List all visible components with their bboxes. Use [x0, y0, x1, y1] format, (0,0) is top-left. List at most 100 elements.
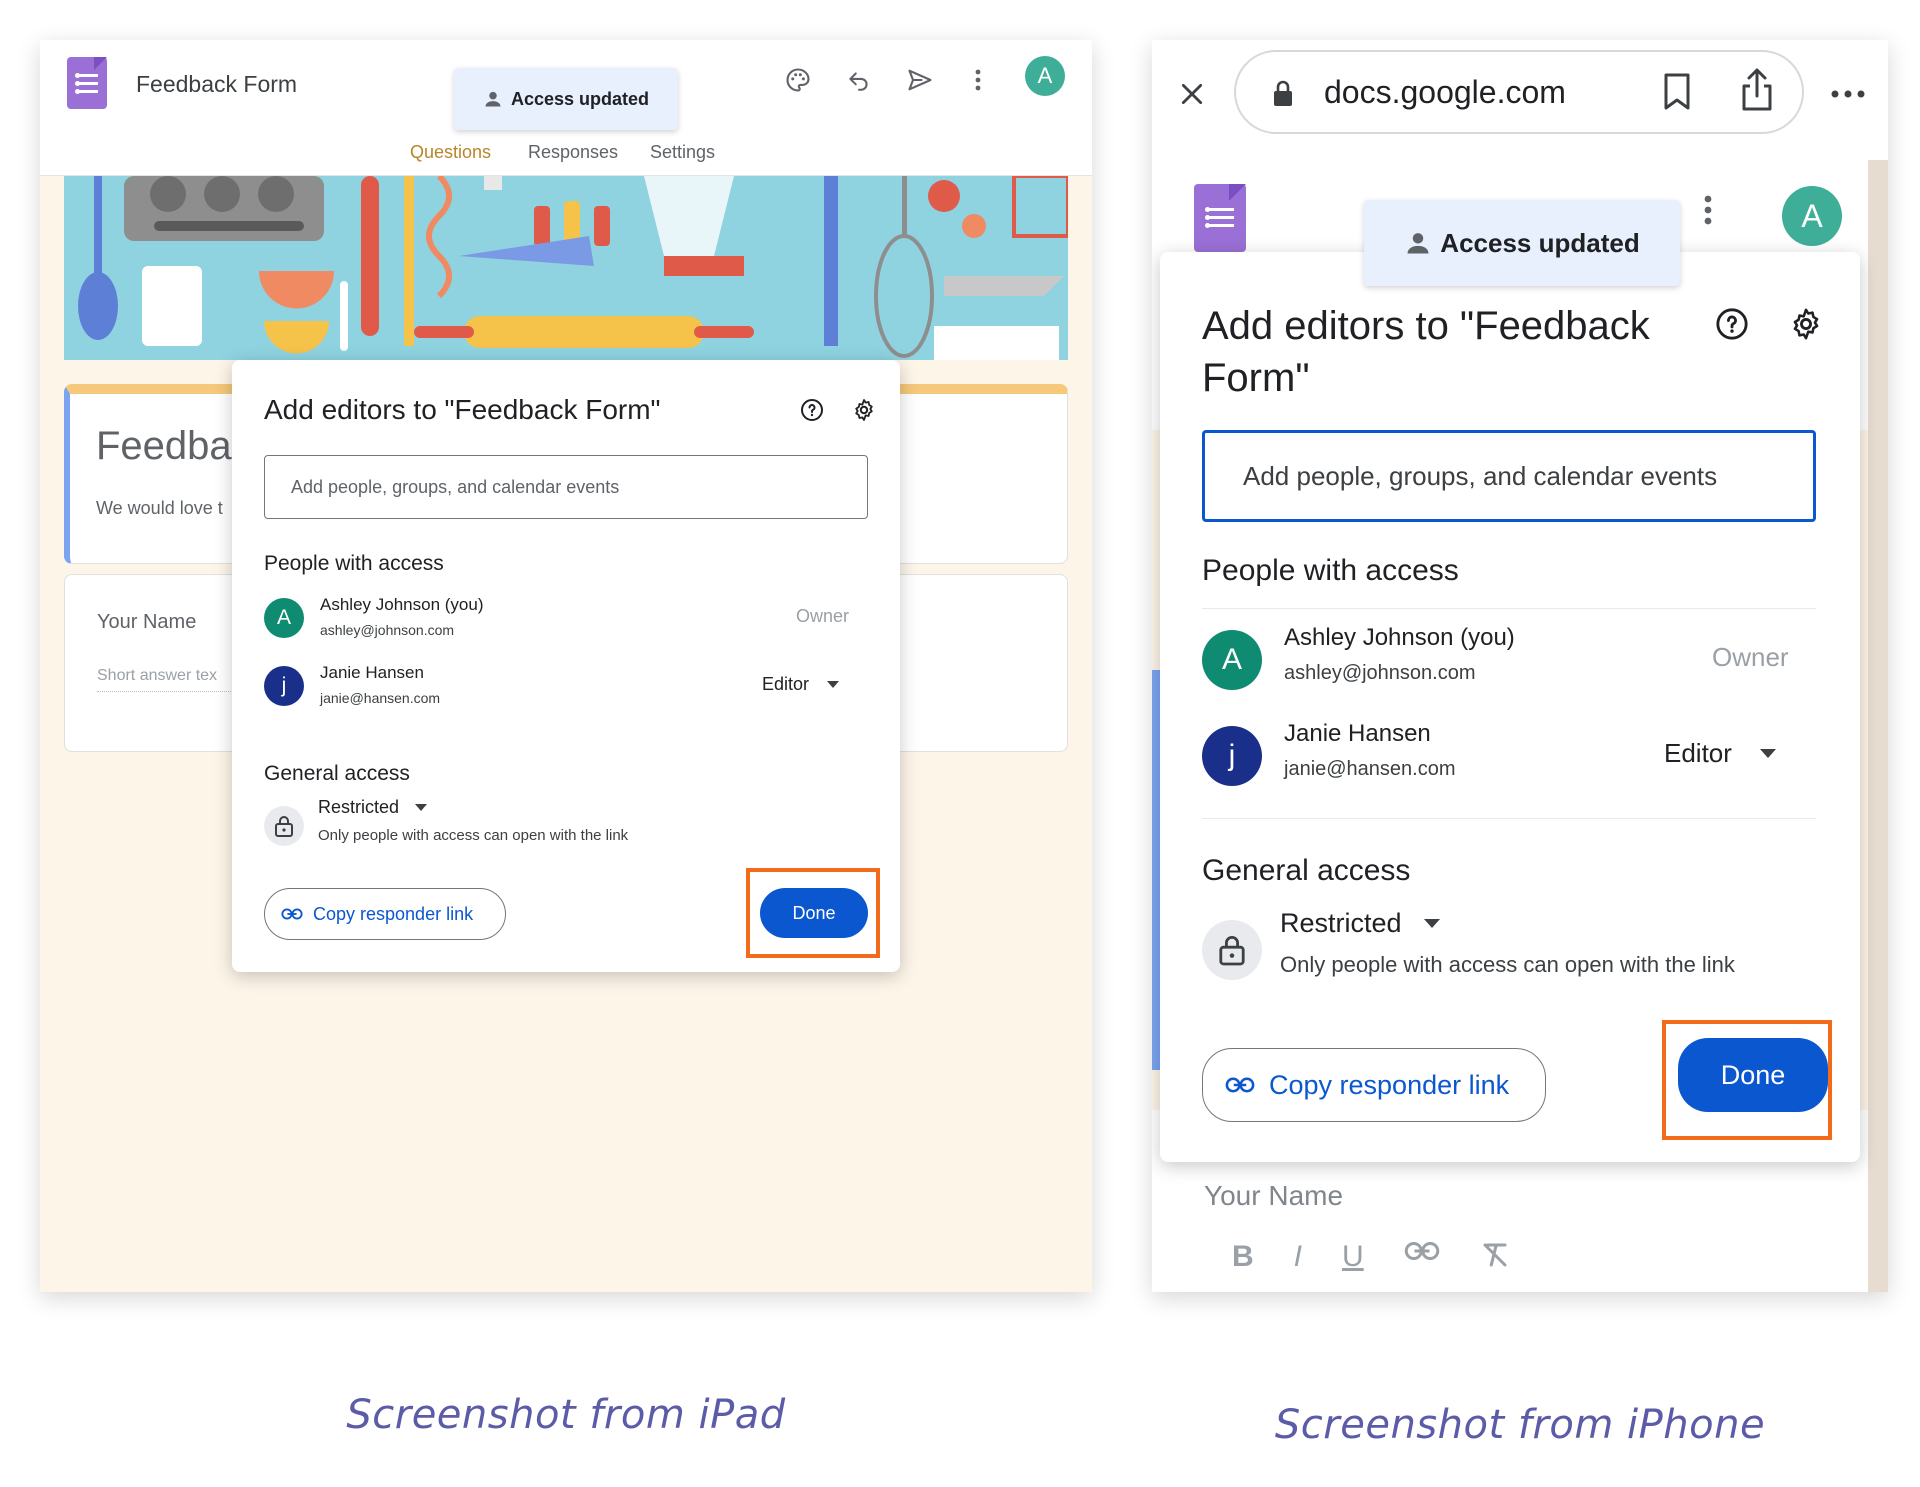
role-owner: Owner [1712, 642, 1789, 672]
more-horiz-icon[interactable] [1828, 76, 1868, 112]
role-owner: Owner [796, 606, 850, 626]
more-vert-icon[interactable] [1700, 190, 1716, 230]
person-name: Ashley Johnson (you) [320, 595, 484, 614]
access-updated-toast: Access updated [1364, 200, 1680, 286]
share-icon[interactable] [1740, 68, 1774, 112]
iphone-screenshot: docs.google.com A Add editors to "Feedba… [1152, 40, 1888, 1292]
bookmark-icon[interactable] [1662, 72, 1692, 112]
link-icon[interactable] [1404, 1240, 1440, 1262]
toast-text: Access updated [1440, 227, 1640, 258]
chevron-down-icon [1759, 749, 1776, 758]
url-text: docs.google.com [1324, 74, 1566, 110]
role-label: Editor [1664, 738, 1732, 768]
ipad-caption: Screenshot from iPad [346, 1392, 786, 1438]
lock-icon [1274, 80, 1292, 106]
copy-link-label: Copy responder link [1269, 1069, 1510, 1100]
access-level-dropdown[interactable]: Restricted [1280, 908, 1440, 939]
forms-logo-icon [67, 57, 107, 109]
divider [1202, 608, 1816, 609]
question-title: Your Name [1204, 1180, 1344, 1211]
person-name: Janie Hansen [320, 663, 424, 682]
link-icon [281, 908, 303, 920]
close-icon[interactable] [1172, 74, 1212, 114]
copy-link-label: Copy responder link [313, 903, 474, 924]
ipad-screenshot: Feedback Form A Questions Responses Sett… [40, 40, 1092, 1292]
dialog-title: Add editors to "Feedback Form" [264, 394, 661, 425]
person-row: A Ashley Johnson (you) ashley@johnson.co… [1202, 620, 1816, 712]
browser-chrome: docs.google.com [1152, 40, 1888, 180]
person-icon [1407, 233, 1429, 254]
format-toolbar: B I U [1232, 1240, 1592, 1280]
address-bar[interactable]: docs.google.com [1234, 50, 1804, 134]
person-avatar: j [1202, 726, 1262, 786]
palette-icon[interactable] [780, 62, 816, 98]
account-avatar[interactable]: A [1025, 56, 1065, 96]
app-title: Feedback Form [136, 71, 298, 97]
person-avatar: A [1202, 630, 1262, 690]
form-header-image [64, 176, 1068, 360]
add-people-input[interactable]: Add people, groups, and calendar events [1202, 430, 1816, 522]
person-row: j Janie Hansen janie@hansen.com Editor [264, 660, 868, 720]
bold-icon[interactable]: B [1232, 1240, 1254, 1280]
chevron-down-icon [827, 681, 840, 688]
account-avatar[interactable]: A [1782, 186, 1842, 246]
person-name: Ashley Johnson (you) [1284, 624, 1515, 651]
send-icon[interactable] [902, 62, 938, 98]
person-email: janie@hansen.com [320, 690, 441, 706]
dialog-title: Add editors to "Feedback Form" [1202, 304, 1650, 400]
person-email: ashley@johnson.com [320, 622, 455, 638]
person-icon [485, 91, 501, 107]
page-edge [1868, 160, 1888, 1292]
access-level-label: Restricted [1280, 908, 1402, 938]
gear-icon[interactable] [850, 396, 878, 424]
done-button[interactable]: Done [1678, 1038, 1828, 1112]
undo-icon[interactable] [841, 62, 877, 98]
general-access-heading: General access [264, 762, 410, 785]
access-description: Only people with access can open with th… [1280, 952, 1735, 977]
underline-icon[interactable]: U [1342, 1240, 1364, 1280]
question-title: Your Name [97, 611, 197, 633]
share-dialog: Add editors to "Feedback Form" Add peopl… [232, 360, 900, 972]
copy-responder-link-button[interactable]: Copy responder link [1202, 1048, 1546, 1122]
help-icon[interactable] [1712, 304, 1752, 344]
lock-icon [1202, 920, 1262, 980]
italic-icon[interactable]: I [1294, 1240, 1302, 1280]
kitchen-illustration [78, 176, 1068, 360]
forms-logo-icon [1194, 184, 1246, 252]
role-dropdown[interactable]: Editor [762, 674, 840, 695]
person-avatar: j [264, 666, 304, 706]
add-people-input[interactable]: Add people, groups, and calendar events [264, 455, 868, 519]
done-button[interactable]: Done [760, 888, 868, 938]
form-title: Feedba [96, 424, 232, 468]
person-row: j Janie Hansen janie@hansen.com Editor [1202, 716, 1816, 808]
role-dropdown[interactable]: Editor [1664, 738, 1776, 769]
person-row: A Ashley Johnson (you) ashley@johnson.co… [264, 592, 868, 652]
link-icon [1225, 1077, 1255, 1093]
clear-format-icon[interactable] [1480, 1240, 1510, 1270]
more-vert-icon[interactable] [968, 62, 988, 98]
access-updated-toast: Access updated [454, 68, 678, 130]
iphone-caption: Screenshot from iPhone [1274, 1402, 1766, 1448]
share-dialog: Add editors to "Feedback Form" Add peopl… [1160, 252, 1860, 1162]
tab-settings[interactable]: Settings [650, 142, 715, 163]
divider [1202, 818, 1816, 819]
role-label: Editor [762, 674, 810, 694]
person-avatar: A [264, 598, 304, 638]
copy-responder-link-button[interactable]: Copy responder link [264, 888, 506, 940]
access-level-label: Restricted [318, 797, 400, 817]
chevron-down-icon [415, 804, 428, 811]
access-description: Only people with access can open with th… [318, 827, 629, 844]
access-level-dropdown[interactable]: Restricted [318, 797, 428, 818]
help-icon[interactable] [798, 396, 826, 424]
person-name: Janie Hansen [1284, 720, 1431, 747]
person-email: ashley@johnson.com [1284, 662, 1476, 684]
tab-responses[interactable]: Responses [528, 142, 618, 163]
people-heading: People with access [1202, 554, 1459, 587]
chevron-down-icon [1423, 919, 1440, 928]
people-heading: People with access [264, 552, 444, 575]
toast-text: Access updated [510, 88, 650, 109]
short-answer-placeholder: Short answer tex [97, 667, 247, 692]
gear-icon[interactable] [1786, 304, 1826, 344]
tab-questions[interactable]: Questions [410, 142, 491, 163]
form-description: We would love t [96, 498, 223, 518]
